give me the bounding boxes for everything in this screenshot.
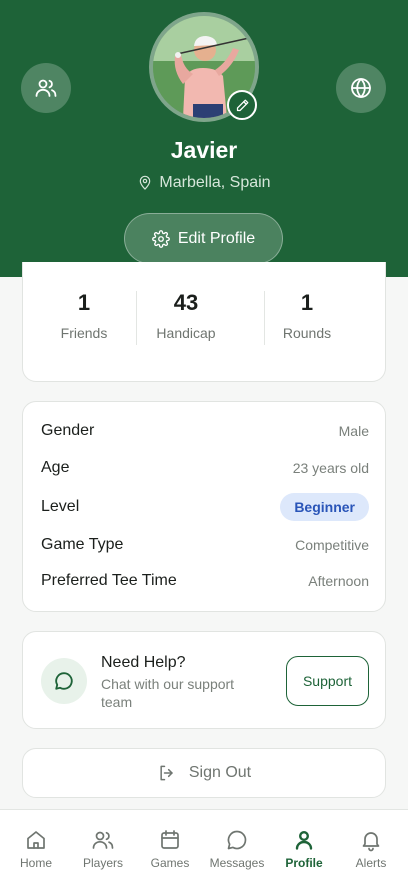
stat-label: Friends — [60, 325, 108, 341]
tab-label: Games — [150, 856, 190, 870]
tab-profile[interactable]: Profile — [270, 810, 338, 889]
tab-games[interactable]: Games — [136, 810, 204, 889]
sign-out-icon — [160, 765, 173, 781]
detail-label: Game Type — [41, 536, 124, 553]
globe-icon — [351, 78, 371, 98]
profile-name: Javier — [170, 137, 238, 163]
sign-out-label: Sign Out — [188, 764, 252, 781]
detail-value: Afternoon — [308, 573, 369, 589]
details-card: Gender Male Age 23 years old Level Begin… — [22, 401, 386, 612]
chat-icon — [227, 830, 247, 850]
stat-value: 43 — [173, 290, 199, 315]
stat-label: Handicap — [156, 325, 216, 341]
detail-label: Gender — [41, 422, 95, 439]
location-pin-icon — [140, 175, 151, 190]
support-button[interactable]: Support — [286, 656, 369, 706]
gear-icon — [151, 229, 170, 248]
detail-row-tee-time: Preferred Tee Time Afternoon — [41, 572, 369, 590]
chat-bubble-icon — [41, 658, 87, 704]
stat-handicap[interactable]: 43 Handicap — [130, 290, 242, 341]
tab-messages[interactable]: Messages — [203, 810, 271, 889]
bell-icon — [362, 832, 380, 852]
edit-avatar-button[interactable] — [227, 90, 257, 120]
tab-label: Messages — [209, 856, 265, 870]
detail-label: Level — [41, 498, 80, 515]
detail-label: Preferred Tee Time — [41, 572, 177, 589]
detail-value: Male — [338, 423, 369, 439]
help-card: Need Help? Chat with our support team Su… — [22, 631, 386, 729]
tab-label: Home — [19, 856, 52, 870]
tab-label: Profile — [285, 856, 323, 870]
stats-card: 1 Friends 43 Handicap 1 Rounds — [22, 262, 386, 382]
tab-label: Players — [82, 856, 123, 870]
level-badge: Beginner — [280, 493, 369, 521]
location-text: Marbella, Spain — [159, 174, 271, 191]
edit-profile-label: Edit Profile — [177, 229, 256, 247]
detail-row-level: Level Beginner — [41, 493, 369, 521]
stat-value: 1 — [300, 290, 314, 315]
home-icon — [27, 831, 45, 849]
bottom-tab-bar: Home Players Games Messages Profile Aler… — [0, 809, 408, 889]
detail-value: Competitive — [295, 537, 369, 553]
stat-friends[interactable]: 1 Friends — [28, 290, 140, 341]
tab-players[interactable]: Players — [69, 810, 137, 889]
tab-label: Alerts — [355, 856, 387, 870]
help-title: Need Help? — [101, 654, 186, 671]
help-subtitle: Chat with our support team — [101, 676, 235, 710]
detail-row-game-type: Game Type Competitive — [41, 536, 369, 554]
language-button[interactable] — [336, 63, 386, 113]
detail-row-age: Age 23 years old — [41, 459, 369, 477]
detail-value: 23 years old — [292, 460, 369, 476]
detail-row-gender: Gender Male — [41, 422, 369, 440]
stat-value: 1 — [77, 290, 91, 315]
tab-alerts[interactable]: Alerts — [337, 810, 405, 889]
user-icon — [295, 830, 313, 850]
sign-out-button[interactable]: Sign Out — [22, 748, 386, 798]
detail-label: Age — [41, 459, 70, 476]
friends-button[interactable] — [21, 63, 71, 113]
stat-rounds[interactable]: 1 Rounds — [251, 290, 363, 341]
edit-profile-button[interactable]: Edit Profile — [124, 213, 283, 264]
stat-label: Rounds — [282, 325, 332, 341]
tab-home[interactable]: Home — [2, 810, 70, 889]
profile-location: Marbella, Spain — [0, 174, 408, 192]
profile-header: Javier Marbella, Spain Edit Profile — [0, 0, 408, 277]
users-icon — [92, 831, 114, 849]
users-icon — [35, 79, 57, 97]
calendar-icon — [161, 830, 179, 849]
pencil-icon — [236, 99, 248, 111]
